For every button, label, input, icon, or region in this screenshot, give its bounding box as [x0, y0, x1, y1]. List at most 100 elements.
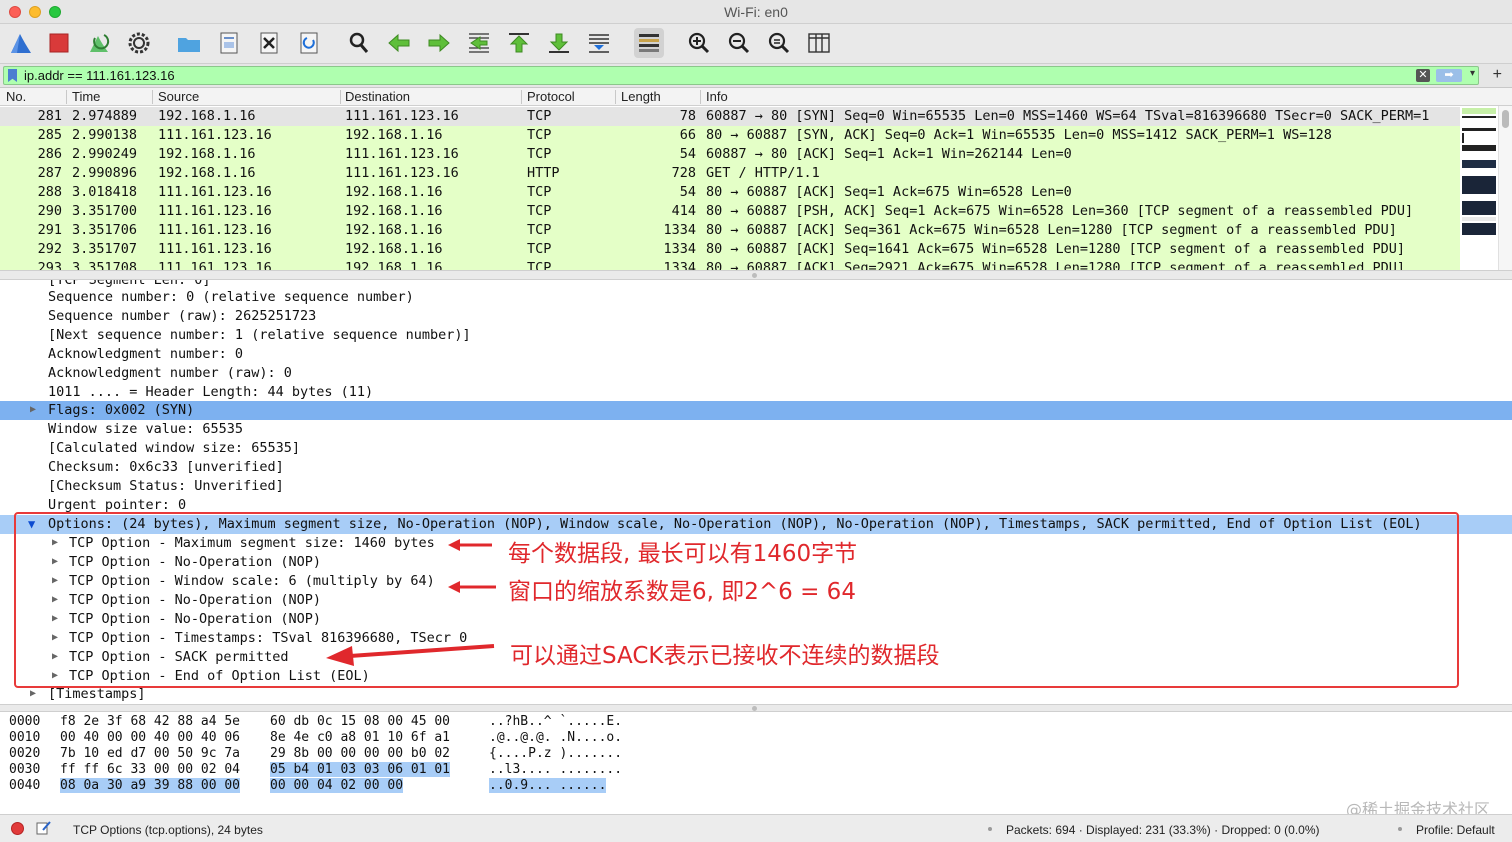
clear-filter-icon[interactable]: ✕ — [1416, 69, 1430, 82]
detail-line-flags[interactable]: ▶ Flags: 0x002 (SYN) — [0, 401, 1512, 420]
packet-cell-dst: 111.161.123.16 — [345, 108, 459, 124]
column-header-length[interactable]: Length — [621, 89, 661, 104]
reload-icon[interactable] — [294, 28, 324, 58]
packet-cell-dst: 192.168.1.16 — [345, 184, 443, 200]
annotation-arrow-icon — [326, 644, 495, 666]
packet-cell-info: 80 → 60887 [ACK] Seq=1 Ack=675 Win=6528 … — [706, 184, 1072, 200]
expand-arrow-icon[interactable]: ▶ — [52, 594, 58, 605]
detail-line[interactable]: Window size value: 65535 — [0, 420, 1512, 439]
detail-line[interactable]: Urgent pointer: 0 — [0, 496, 1512, 515]
search-icon[interactable] — [344, 28, 374, 58]
column-header-no[interactable]: No. — [6, 89, 26, 104]
collapse-arrow-icon[interactable]: ▼ — [28, 517, 35, 531]
zoom-in-icon[interactable] — [684, 28, 714, 58]
save-file-icon[interactable] — [214, 28, 244, 58]
expand-arrow-icon[interactable]: ▶ — [52, 537, 58, 548]
column-header-destination[interactable]: Destination — [345, 89, 410, 104]
zoom-normal-icon[interactable] — [764, 28, 794, 58]
packet-cell-no: 291 — [37, 222, 62, 238]
last-packet-icon[interactable] — [544, 28, 574, 58]
expand-arrow-icon[interactable]: ▶ — [52, 632, 58, 643]
detail-line[interactable]: Acknowledgment number: 0 — [0, 345, 1512, 364]
first-packet-icon[interactable] — [504, 28, 534, 58]
packet-list-scrollbar[interactable] — [1498, 106, 1512, 270]
detail-line[interactable]: Sequence number: 0 (relative sequence nu… — [0, 288, 1512, 307]
detail-line[interactable]: [Calculated window size: 65535] — [0, 439, 1512, 458]
detail-line[interactable]: Acknowledgment number (raw): 0 — [0, 364, 1512, 383]
status-profile[interactable]: Profile: Default — [1416, 823, 1495, 837]
detail-line[interactable]: ▶ [Timestamps] — [0, 685, 1512, 704]
packet-cell-proto: TCP — [527, 184, 552, 200]
apply-filter-icon[interactable]: ➡ — [1436, 69, 1462, 82]
packet-cell-info: 80 → 60887 [SYN, ACK] Seq=0 Ack=1 Win=65… — [706, 127, 1332, 143]
goto-packet-icon[interactable] — [464, 28, 494, 58]
resize-columns-icon[interactable] — [804, 28, 834, 58]
detail-line-options[interactable]: ▼ Options: (24 bytes), Maximum segment s… — [0, 515, 1512, 534]
packet-cell-proto: TCP — [527, 146, 552, 162]
packet-row[interactable]: 287 2.990896 192.168.1.16 111.161.123.16 HTT… — [0, 164, 1460, 183]
annotation-arrow-icon — [448, 539, 492, 551]
restart-icon[interactable] — [84, 28, 114, 58]
detail-line[interactable]: 1011 .... = Header Length: 44 bytes (11) — [0, 383, 1512, 402]
bookmark-icon[interactable] — [8, 69, 17, 82]
packet-row[interactable]: 286 2.990249 192.168.1.16 111.161.123.16 TCP… — [0, 145, 1460, 164]
packet-cell-info: 60887 → 80 [ACK] Seq=1 Ack=1 Win=262144 … — [706, 146, 1072, 162]
packet-cell-proto: TCP — [527, 127, 552, 143]
packet-cell-src: 192.168.1.16 — [158, 146, 256, 162]
packet-row[interactable]: 291 3.351706 111.161.123.16 192.168.1.16 TCP… — [0, 221, 1460, 240]
add-filter-button-icon[interactable]: + — [1493, 66, 1502, 84]
packet-row[interactable]: 288 3.018418 111.161.123.16 192.168.1.16 TCP… — [0, 183, 1460, 202]
packet-row[interactable]: 293 3.351708 111.161.123.16 192.168.1.16 TCP… — [0, 259, 1460, 270]
expand-arrow-icon[interactable]: ▶ — [30, 688, 36, 699]
packet-row[interactable]: 290 3.351700 111.161.123.16 192.168.1.16 TCP… — [0, 202, 1460, 221]
column-header-info[interactable]: Info — [706, 89, 728, 104]
column-header-protocol[interactable]: Protocol — [527, 89, 575, 104]
packet-cell-src: 111.161.123.16 — [158, 184, 272, 200]
display-filter-bar: ip.addr == 111.161.123.16 ✕ ➡ ▾ + — [0, 64, 1512, 88]
expand-arrow-icon[interactable]: ▶ — [52, 575, 58, 586]
column-header-time[interactable]: Time — [72, 89, 100, 104]
packet-cell-info: 80 → 60887 [ACK] Seq=2921 Ack=675 Win=65… — [706, 260, 1405, 270]
gear-icon[interactable] — [124, 28, 154, 58]
autoscroll-icon[interactable] — [584, 28, 614, 58]
column-header-source[interactable]: Source — [158, 89, 199, 104]
packet-cell-info: GET / HTTP/1.1 — [706, 165, 820, 181]
zoom-out-icon[interactable] — [724, 28, 754, 58]
colorize-icon[interactable] — [634, 28, 664, 58]
packet-cell-dst: 192.168.1.16 — [345, 222, 443, 238]
packet-list-scroll-thumb[interactable] — [1502, 110, 1509, 128]
expand-arrow-icon[interactable]: ▶ — [52, 651, 58, 662]
back-arrow-icon[interactable] — [384, 28, 414, 58]
folder-icon[interactable] — [174, 28, 204, 58]
expand-arrow-icon[interactable]: ▶ — [52, 613, 58, 624]
pane-splitter-top[interactable] — [0, 270, 1512, 280]
packet-minimap[interactable] — [1462, 108, 1496, 268]
pane-splitter-bottom[interactable] — [0, 704, 1512, 712]
edit-comment-icon[interactable] — [36, 820, 52, 839]
filter-text: ip.addr == 111.161.123.16 — [24, 68, 175, 83]
display-filter-input[interactable]: ip.addr == 111.161.123.16 ✕ ➡ ▾ — [3, 66, 1479, 85]
packet-cell-dst: 192.168.1.16 — [345, 241, 443, 257]
packet-row[interactable]: 292 3.351707 111.161.123.16 192.168.1.16 TCP… — [0, 240, 1460, 259]
detail-line[interactable]: [Next sequence number: 1 (relative seque… — [0, 326, 1512, 345]
filter-history-chevron-icon[interactable]: ▾ — [1470, 68, 1475, 79]
expand-arrow-icon[interactable]: ▶ — [30, 404, 36, 415]
packet-row[interactable]: 281 2.974889 192.168.1.16 111.161.123.16 TCP… — [0, 107, 1460, 126]
packet-cell-time: 3.351708 — [72, 260, 138, 270]
shark-fin-icon[interactable] — [6, 28, 36, 58]
detail-line[interactable]: Checksum: 0x6c33 [unverified] — [0, 458, 1512, 477]
detail-line-option[interactable]: ▶ TCP Option - No-Operation (NOP) — [0, 610, 1512, 629]
packet-row[interactable]: 285 2.990138 111.161.123.16 192.168.1.16 TCP… — [0, 126, 1460, 145]
expert-info-icon[interactable] — [11, 822, 24, 835]
annotation-arrow-icon — [448, 581, 496, 593]
stop-icon[interactable] — [44, 28, 74, 58]
close-file-icon[interactable] — [254, 28, 284, 58]
detail-line[interactable]: [Checksum Status: Unverified] — [0, 477, 1512, 496]
forward-arrow-icon[interactable] — [424, 28, 454, 58]
detail-line[interactable]: Sequence number (raw): 2625251723 — [0, 307, 1512, 326]
expand-arrow-icon[interactable]: ▶ — [52, 556, 58, 567]
packet-cell-proto: TCP — [527, 241, 552, 257]
status-field-info: TCP Options (tcp.options), 24 bytes — [73, 823, 263, 837]
packet-cell-dst: 111.161.123.16 — [345, 165, 459, 181]
expand-arrow-icon[interactable]: ▶ — [52, 670, 58, 681]
